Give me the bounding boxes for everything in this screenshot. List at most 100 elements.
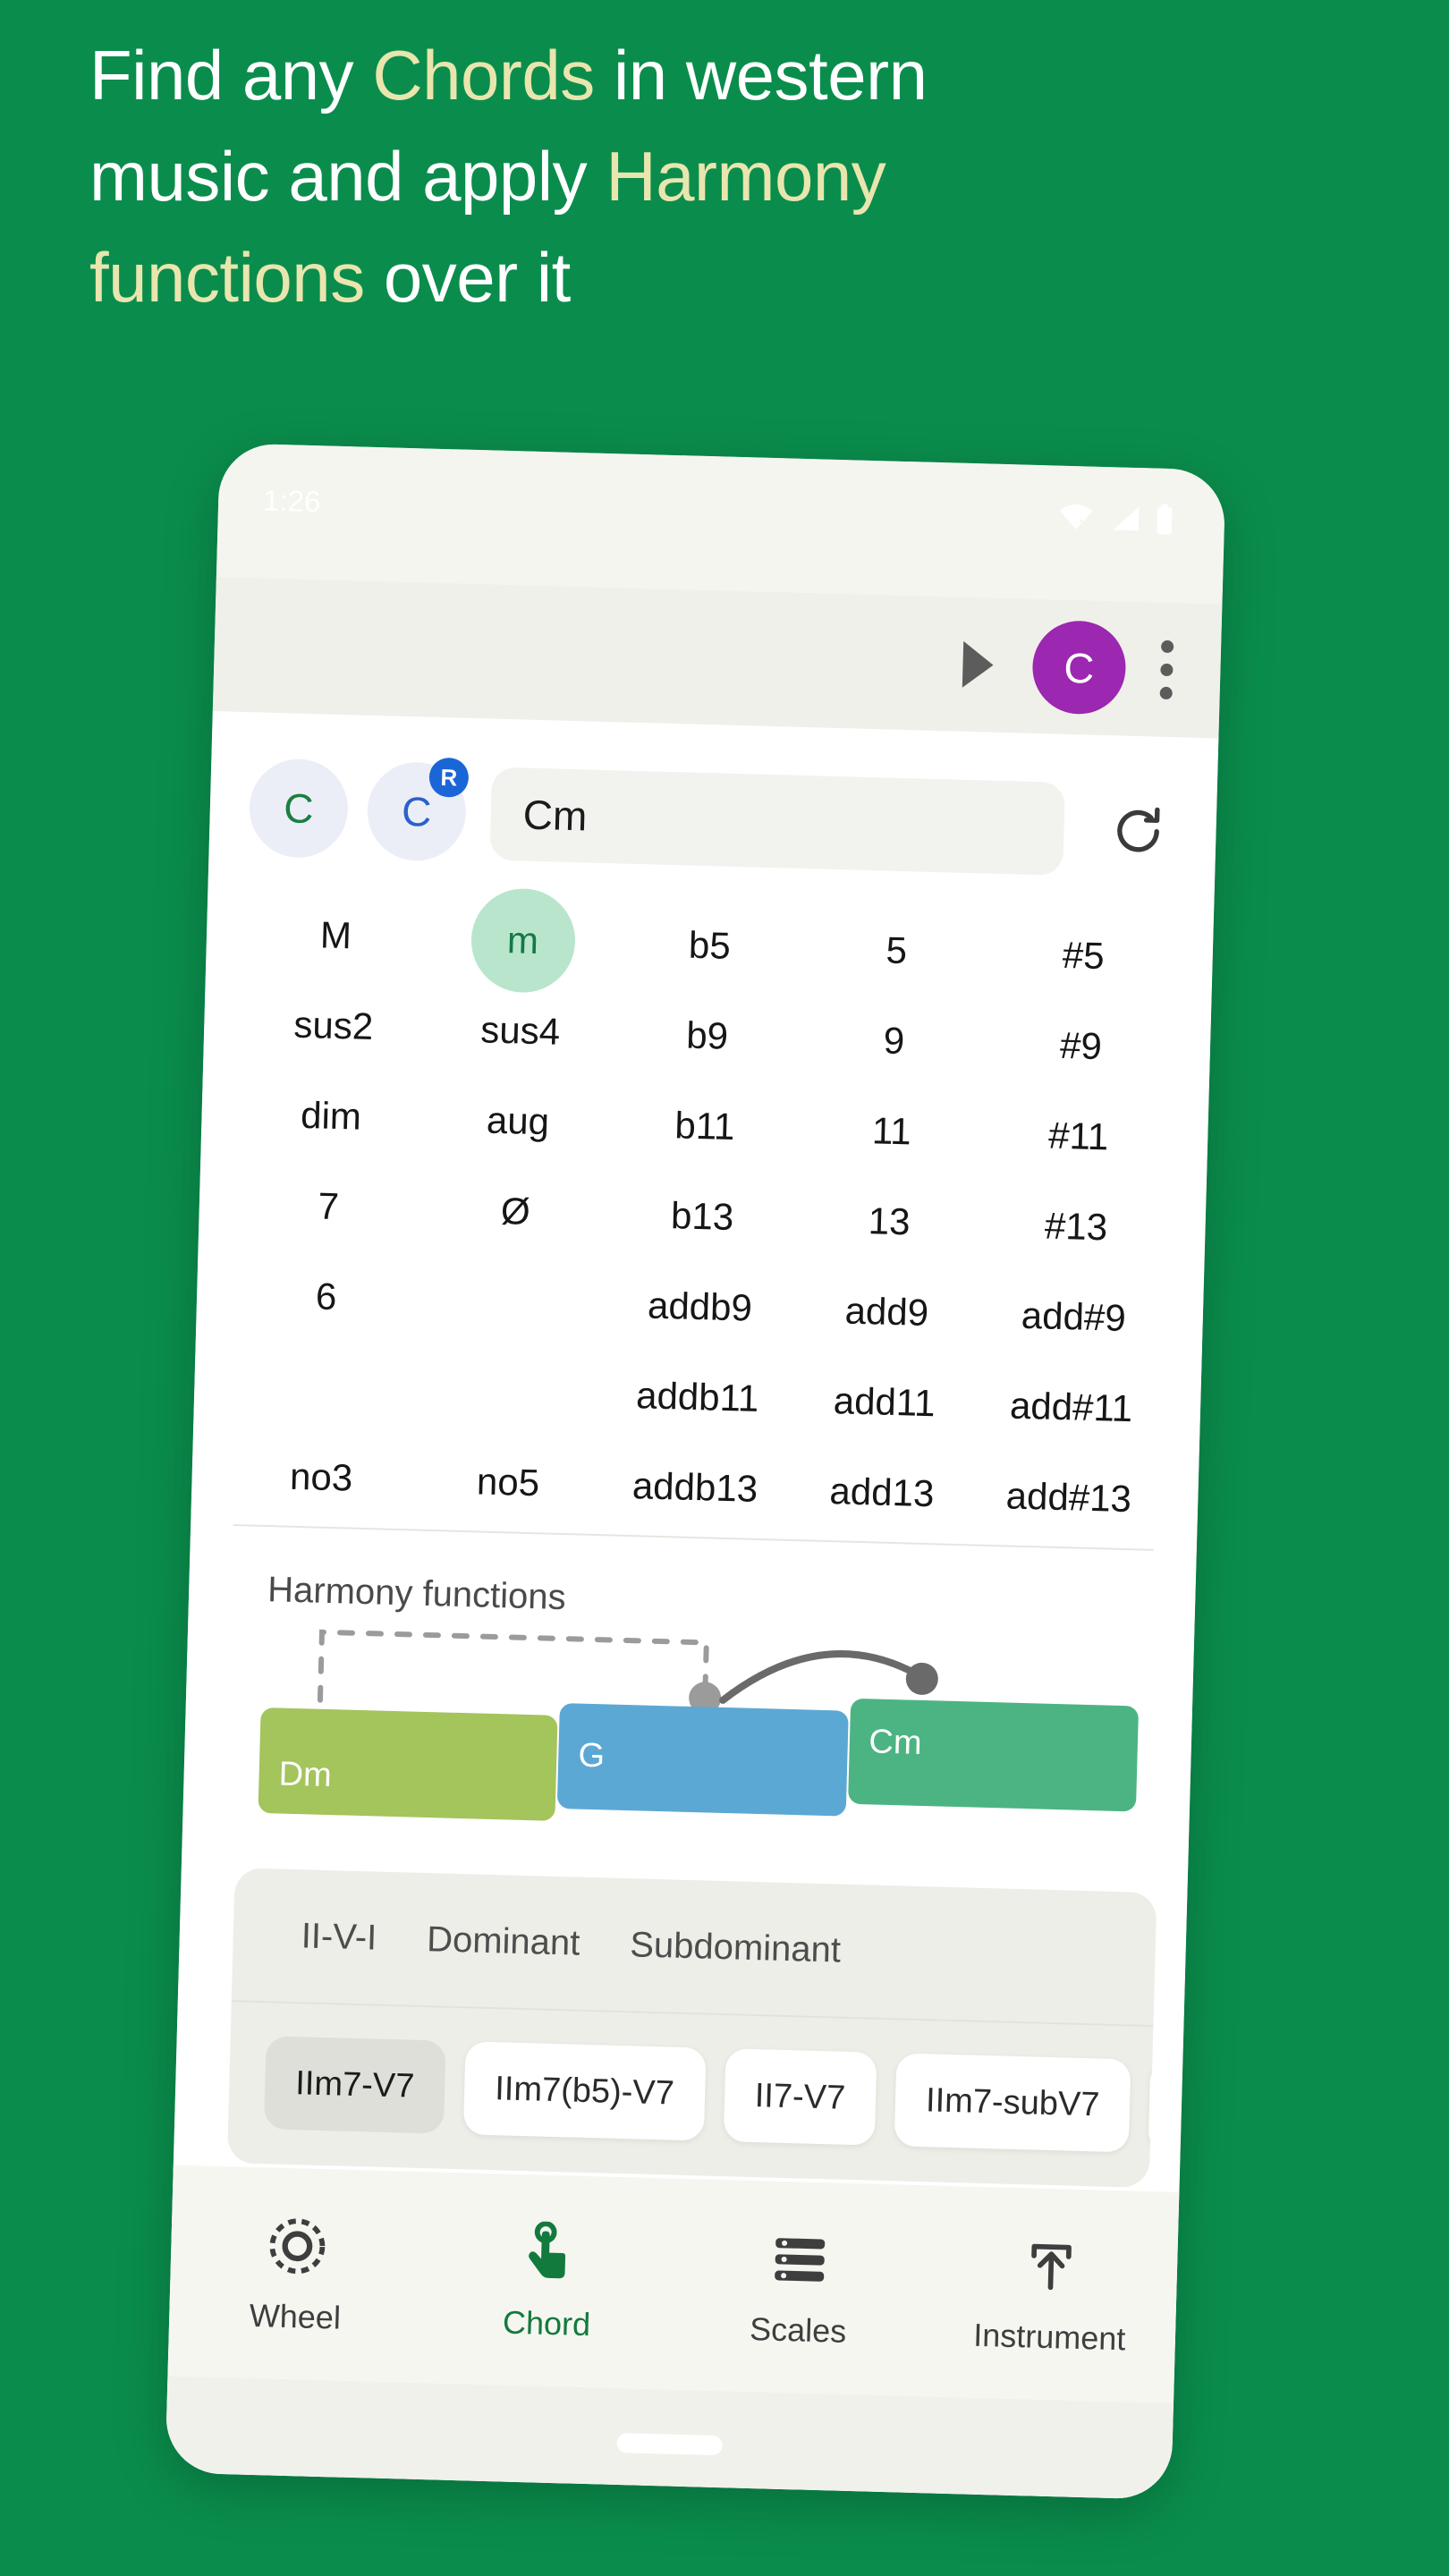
battery-icon <box>1157 504 1173 535</box>
chord-quality-selected: m <box>469 886 577 994</box>
headline-line3-highlight: functions <box>89 238 365 318</box>
chord-quality-cell[interactable]: 7 <box>234 1158 424 1254</box>
chord-quality-cell[interactable]: 5 <box>802 902 992 998</box>
chord-bar-label: G <box>577 1736 606 1775</box>
chord-bar[interactable]: G <box>556 1702 849 1817</box>
list-icon <box>769 2225 830 2295</box>
headline-line1-highlight: Chords <box>372 36 595 114</box>
nav-item-instrument[interactable]: Instrument <box>923 2229 1178 2360</box>
headline-line3-post: over it <box>364 238 571 318</box>
chord-quality-cell[interactable]: aug <box>423 1073 613 1169</box>
bottom-navigation: Wheel Chord Scales Instrument <box>167 2165 1180 2403</box>
chord-quality-cell[interactable]: #13 <box>981 1179 1171 1275</box>
curved-arrow <box>719 1650 922 1704</box>
wheel-icon <box>267 2211 327 2281</box>
function-tab-0[interactable]: II-V-I <box>301 1916 377 1958</box>
chord-bar[interactable]: Cm <box>847 1698 1140 1812</box>
chord-grid-empty-cell <box>416 1344 606 1440</box>
headline-line1-pre: Find any <box>89 36 373 114</box>
nav-item-scales[interactable]: Scales <box>672 2223 927 2353</box>
chord-grid-empty-cell <box>229 1339 419 1435</box>
function-chip-partial[interactable] <box>1148 2060 1157 2155</box>
headline-line2-pre: music and apply <box>89 137 606 216</box>
chord-quality-cell[interactable]: add9 <box>792 1264 982 1360</box>
function-chip[interactable]: IIm7-V7 <box>263 2036 446 2134</box>
avatar[interactable]: C <box>1031 619 1127 716</box>
chord-grid-empty-cell <box>419 1254 608 1350</box>
play-icon[interactable] <box>959 641 999 689</box>
chord-bar-label: Dm <box>278 1755 333 1795</box>
promo-headline: Find any Chords in western music and app… <box>89 25 1270 328</box>
phone-mockup: 1:26 C C C R Cm M m b5 5 #5 sus2 sus4 b9… <box>165 443 1226 2500</box>
wifi-off-icon <box>1059 504 1093 530</box>
chord-quality-cell[interactable]: b11 <box>610 1078 800 1174</box>
nav-item-wheel[interactable]: Wheel <box>169 2208 424 2339</box>
app-bar: C <box>212 577 1223 739</box>
chord-bar[interactable]: Dm <box>258 1707 558 1821</box>
chord-quality-cell[interactable]: #9 <box>987 998 1176 1094</box>
chord-quality-cell[interactable]: add#13 <box>974 1449 1164 1545</box>
overflow-menu-icon[interactable] <box>1158 634 1174 706</box>
signal-icon <box>1113 506 1140 531</box>
status-bar: 1:26 <box>216 443 1226 605</box>
chord-quality-cell[interactable]: m <box>428 886 618 994</box>
chord-quality-cell[interactable]: sus2 <box>239 978 428 1073</box>
function-tab-1[interactable]: Dominant <box>427 1919 580 1964</box>
chord-quality-cell[interactable]: dim <box>236 1068 426 1164</box>
upload-icon <box>1022 2232 1080 2301</box>
root-badge: R <box>428 757 470 798</box>
harmony-functions-card: II-V-I Dominant Subdominant IIm7-V7 IIm7(b5… <box>226 1868 1157 2189</box>
content-area: C C R Cm Mm b5 5 #5 sus2 sus4 b9 9 #9 dim aug b11 11… <box>165 711 1219 2500</box>
nav-label: Wheel <box>249 2296 342 2336</box>
status-clock: 1:26 <box>262 483 321 519</box>
nav-label: Instrument <box>972 2316 1126 2358</box>
chord-quality-cell[interactable]: #11 <box>984 1089 1174 1184</box>
function-chips-row[interactable]: IIm7-V7 IIm7(b5)-V7 II7-V7 IIm7-subV7 <box>227 2002 1157 2186</box>
function-chip[interactable]: IIm7(b5)-V7 <box>462 2041 707 2141</box>
function-chip[interactable]: II7-V7 <box>723 2048 877 2146</box>
dotted-connector <box>317 1629 709 1703</box>
chord-search-input[interactable]: Cm <box>489 767 1065 876</box>
chord-quality-cell[interactable]: sus4 <box>426 983 615 1079</box>
root-note-chip-alt[interactable]: C R <box>366 757 470 862</box>
chord-quality-grid: Mm b5 5 #5 sus2 sus4 b9 9 #9 dim aug b11 11 #11 7 Øb13 1… <box>191 886 1215 1539</box>
chord-quality-cell[interactable]: 11 <box>797 1083 987 1179</box>
nav-item-chord[interactable]: Chord <box>420 2216 675 2346</box>
chord-quality-cell[interactable]: b5 <box>615 897 805 993</box>
chord-progression-bars: Dm G Cm <box>258 1698 1140 1840</box>
chord-quality-cell[interactable]: no3 <box>226 1429 416 1525</box>
chord-quality-cell[interactable]: addb11 <box>603 1349 792 1445</box>
chord-quality-cell[interactable]: b9 <box>613 987 802 1083</box>
chord-quality-cell[interactable]: no5 <box>413 1435 603 1530</box>
chord-bar-label: Cm <box>868 1723 923 1762</box>
touch-hand-icon <box>520 2218 577 2288</box>
chord-quality-cell[interactable]: 9 <box>800 993 989 1089</box>
chord-quality-cell[interactable]: #5 <box>988 908 1178 1004</box>
chord-quality-cell[interactable]: M <box>242 887 431 983</box>
search-row: C C R Cm <box>208 734 1218 904</box>
function-chip[interactable]: IIm7-subV7 <box>894 2053 1131 2153</box>
nav-label: Scales <box>749 2309 847 2350</box>
chord-quality-cell[interactable]: b13 <box>607 1168 797 1264</box>
harmony-section: Harmony functions Dm G Cm <box>182 1543 1196 1892</box>
chord-quality-cell[interactable]: add13 <box>787 1445 977 1540</box>
chord-quality-cell[interactable]: addb13 <box>600 1439 790 1535</box>
chord-quality-cell[interactable]: 6 <box>232 1249 421 1344</box>
phone-screen: 1:26 C C C R Cm M m b5 5 #5 sus2 sus4 b9… <box>165 443 1226 2500</box>
chord-quality-cell[interactable]: addb9 <box>606 1258 795 1354</box>
chord-quality-cell[interactable]: add#9 <box>979 1269 1169 1365</box>
chord-quality-cell[interactable]: add11 <box>790 1354 979 1450</box>
root-note-chip[interactable]: C <box>248 758 350 860</box>
function-tabs: II-V-I Dominant Subdominant <box>231 1868 1157 2028</box>
root-chip-alt-letter: C <box>401 787 433 835</box>
headline-line2-highlight: Harmony <box>606 137 886 216</box>
chord-quality-cell[interactable]: add#11 <box>977 1360 1166 1455</box>
headline-line1-post: in western <box>594 36 928 114</box>
status-icons <box>1056 500 1175 538</box>
function-tab-2[interactable]: Subdominant <box>630 1925 842 1970</box>
refresh-icon[interactable] <box>1098 784 1178 878</box>
chord-quality-cell[interactable]: 13 <box>794 1174 984 1269</box>
chord-quality-cell[interactable]: Ø <box>420 1164 610 1259</box>
gesture-bar[interactable] <box>615 2433 723 2456</box>
nav-label: Chord <box>502 2303 591 2343</box>
